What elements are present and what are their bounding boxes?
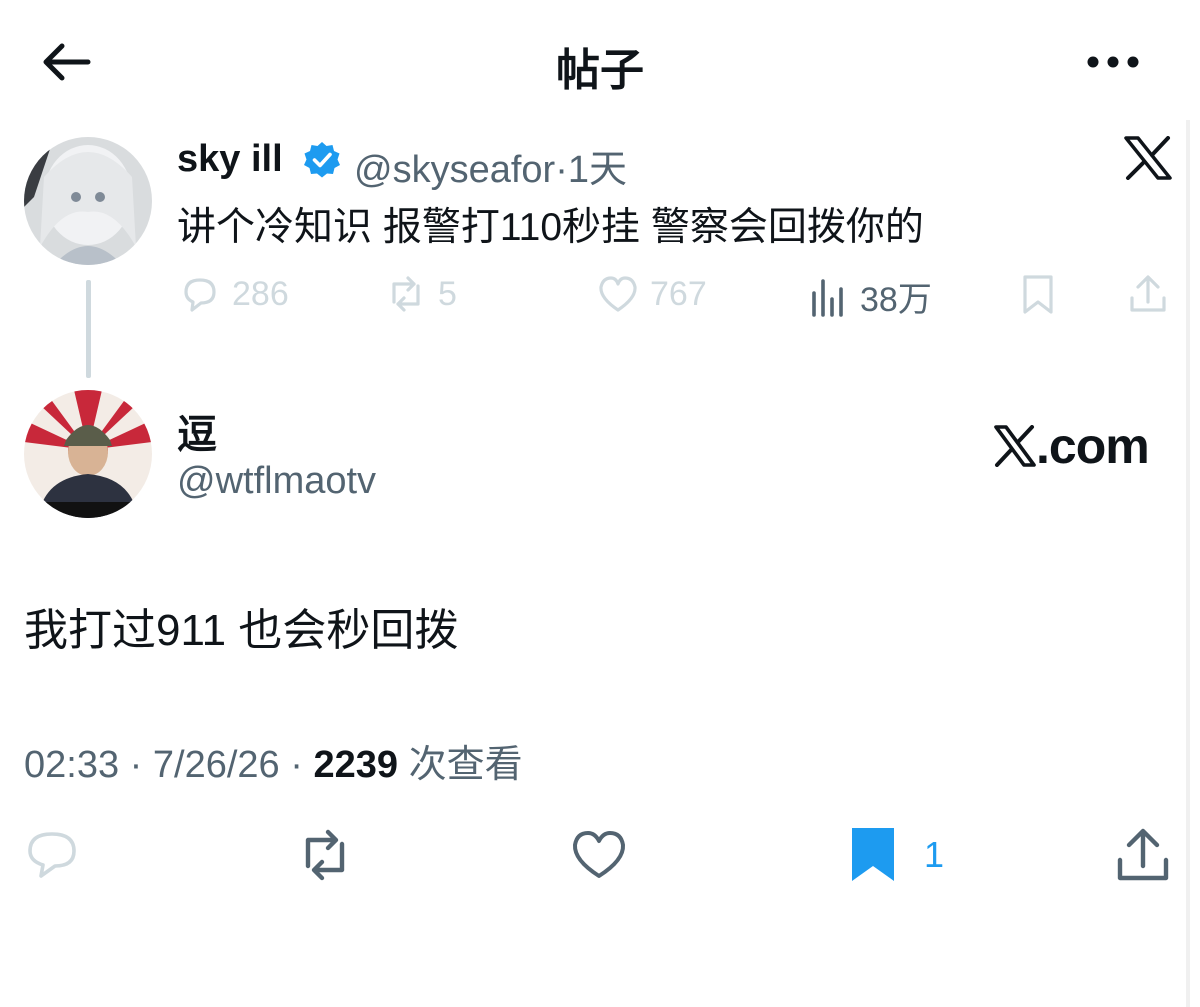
parent-tweet-text: 讲个冷知识 报警打110秒挂 警察会回拨你的 xyxy=(177,206,924,249)
retweet-button[interactable] xyxy=(296,826,354,884)
bookmark-count: 1 xyxy=(924,834,945,875)
scroll-edge xyxy=(1186,120,1190,1007)
parent-author-name[interactable]: sky ill xyxy=(177,138,283,181)
parent-meta: @skyseafor·1天 xyxy=(354,138,627,193)
author-avatar[interactable] xyxy=(24,390,152,518)
share-button[interactable] xyxy=(1114,826,1172,884)
x-logo-icon xyxy=(1124,136,1172,180)
watermark-text: .com xyxy=(1036,418,1150,474)
tweet-views-label: 次查看 xyxy=(408,744,523,786)
author-handle[interactable]: @wtflmaotv xyxy=(177,460,376,503)
share-icon xyxy=(1117,828,1169,881)
parent-like-count: 767 xyxy=(650,274,707,313)
thread-connector xyxy=(86,280,91,378)
more-button[interactable] xyxy=(1078,40,1148,84)
bookmark-icon xyxy=(852,828,894,881)
parent-retweet-count: 5 xyxy=(438,274,457,313)
like-icon xyxy=(572,831,626,878)
reply-icon xyxy=(28,832,76,878)
parent-bookmark-button[interactable] xyxy=(1016,272,1060,316)
author-name[interactable]: 逗 xyxy=(177,402,217,460)
like-button[interactable] xyxy=(570,826,628,884)
parent-share-button[interactable] xyxy=(1126,272,1170,316)
retweet-icon xyxy=(305,829,345,881)
parent-time[interactable]: 1天 xyxy=(568,149,627,191)
like-icon xyxy=(599,276,637,312)
meta-separator: · xyxy=(555,149,568,191)
reply-button[interactable] xyxy=(24,826,82,884)
more-icon xyxy=(1087,56,1139,68)
tweet-time[interactable]: 02:33 xyxy=(24,744,119,786)
parent-like-button[interactable]: 767 xyxy=(596,272,707,316)
tweet-meta: 02:33 · 7/26/26 · 2239 次查看 xyxy=(24,744,523,786)
page-title: 帖子 xyxy=(556,46,644,95)
parent-handle[interactable]: @skyseafor xyxy=(354,149,555,191)
share-icon xyxy=(1130,275,1166,312)
parent-views-count: 38万 xyxy=(860,281,932,319)
tweet-views-count[interactable]: 2239 xyxy=(313,744,398,786)
parent-views-button[interactable]: 38万 xyxy=(806,272,932,321)
bookmark-button[interactable]: 1 xyxy=(844,826,944,884)
x-com-watermark: .com xyxy=(994,416,1150,476)
parent-retweet-button[interactable]: 5 xyxy=(384,272,457,316)
tweet-text: 我打过911 也会秒回拨 xyxy=(24,606,459,655)
retweet-icon xyxy=(392,276,420,312)
tweet-date[interactable]: 7/26/26 xyxy=(153,744,280,786)
views-icon xyxy=(812,278,843,317)
reply-icon xyxy=(184,278,216,312)
verified-badge-icon xyxy=(304,142,340,178)
parent-reply-count: 286 xyxy=(232,274,289,313)
parent-avatar[interactable] xyxy=(24,137,152,265)
parent-reply-button[interactable]: 286 xyxy=(178,272,289,316)
x-logo-icon xyxy=(994,425,1036,467)
bookmark-icon xyxy=(1023,275,1053,314)
